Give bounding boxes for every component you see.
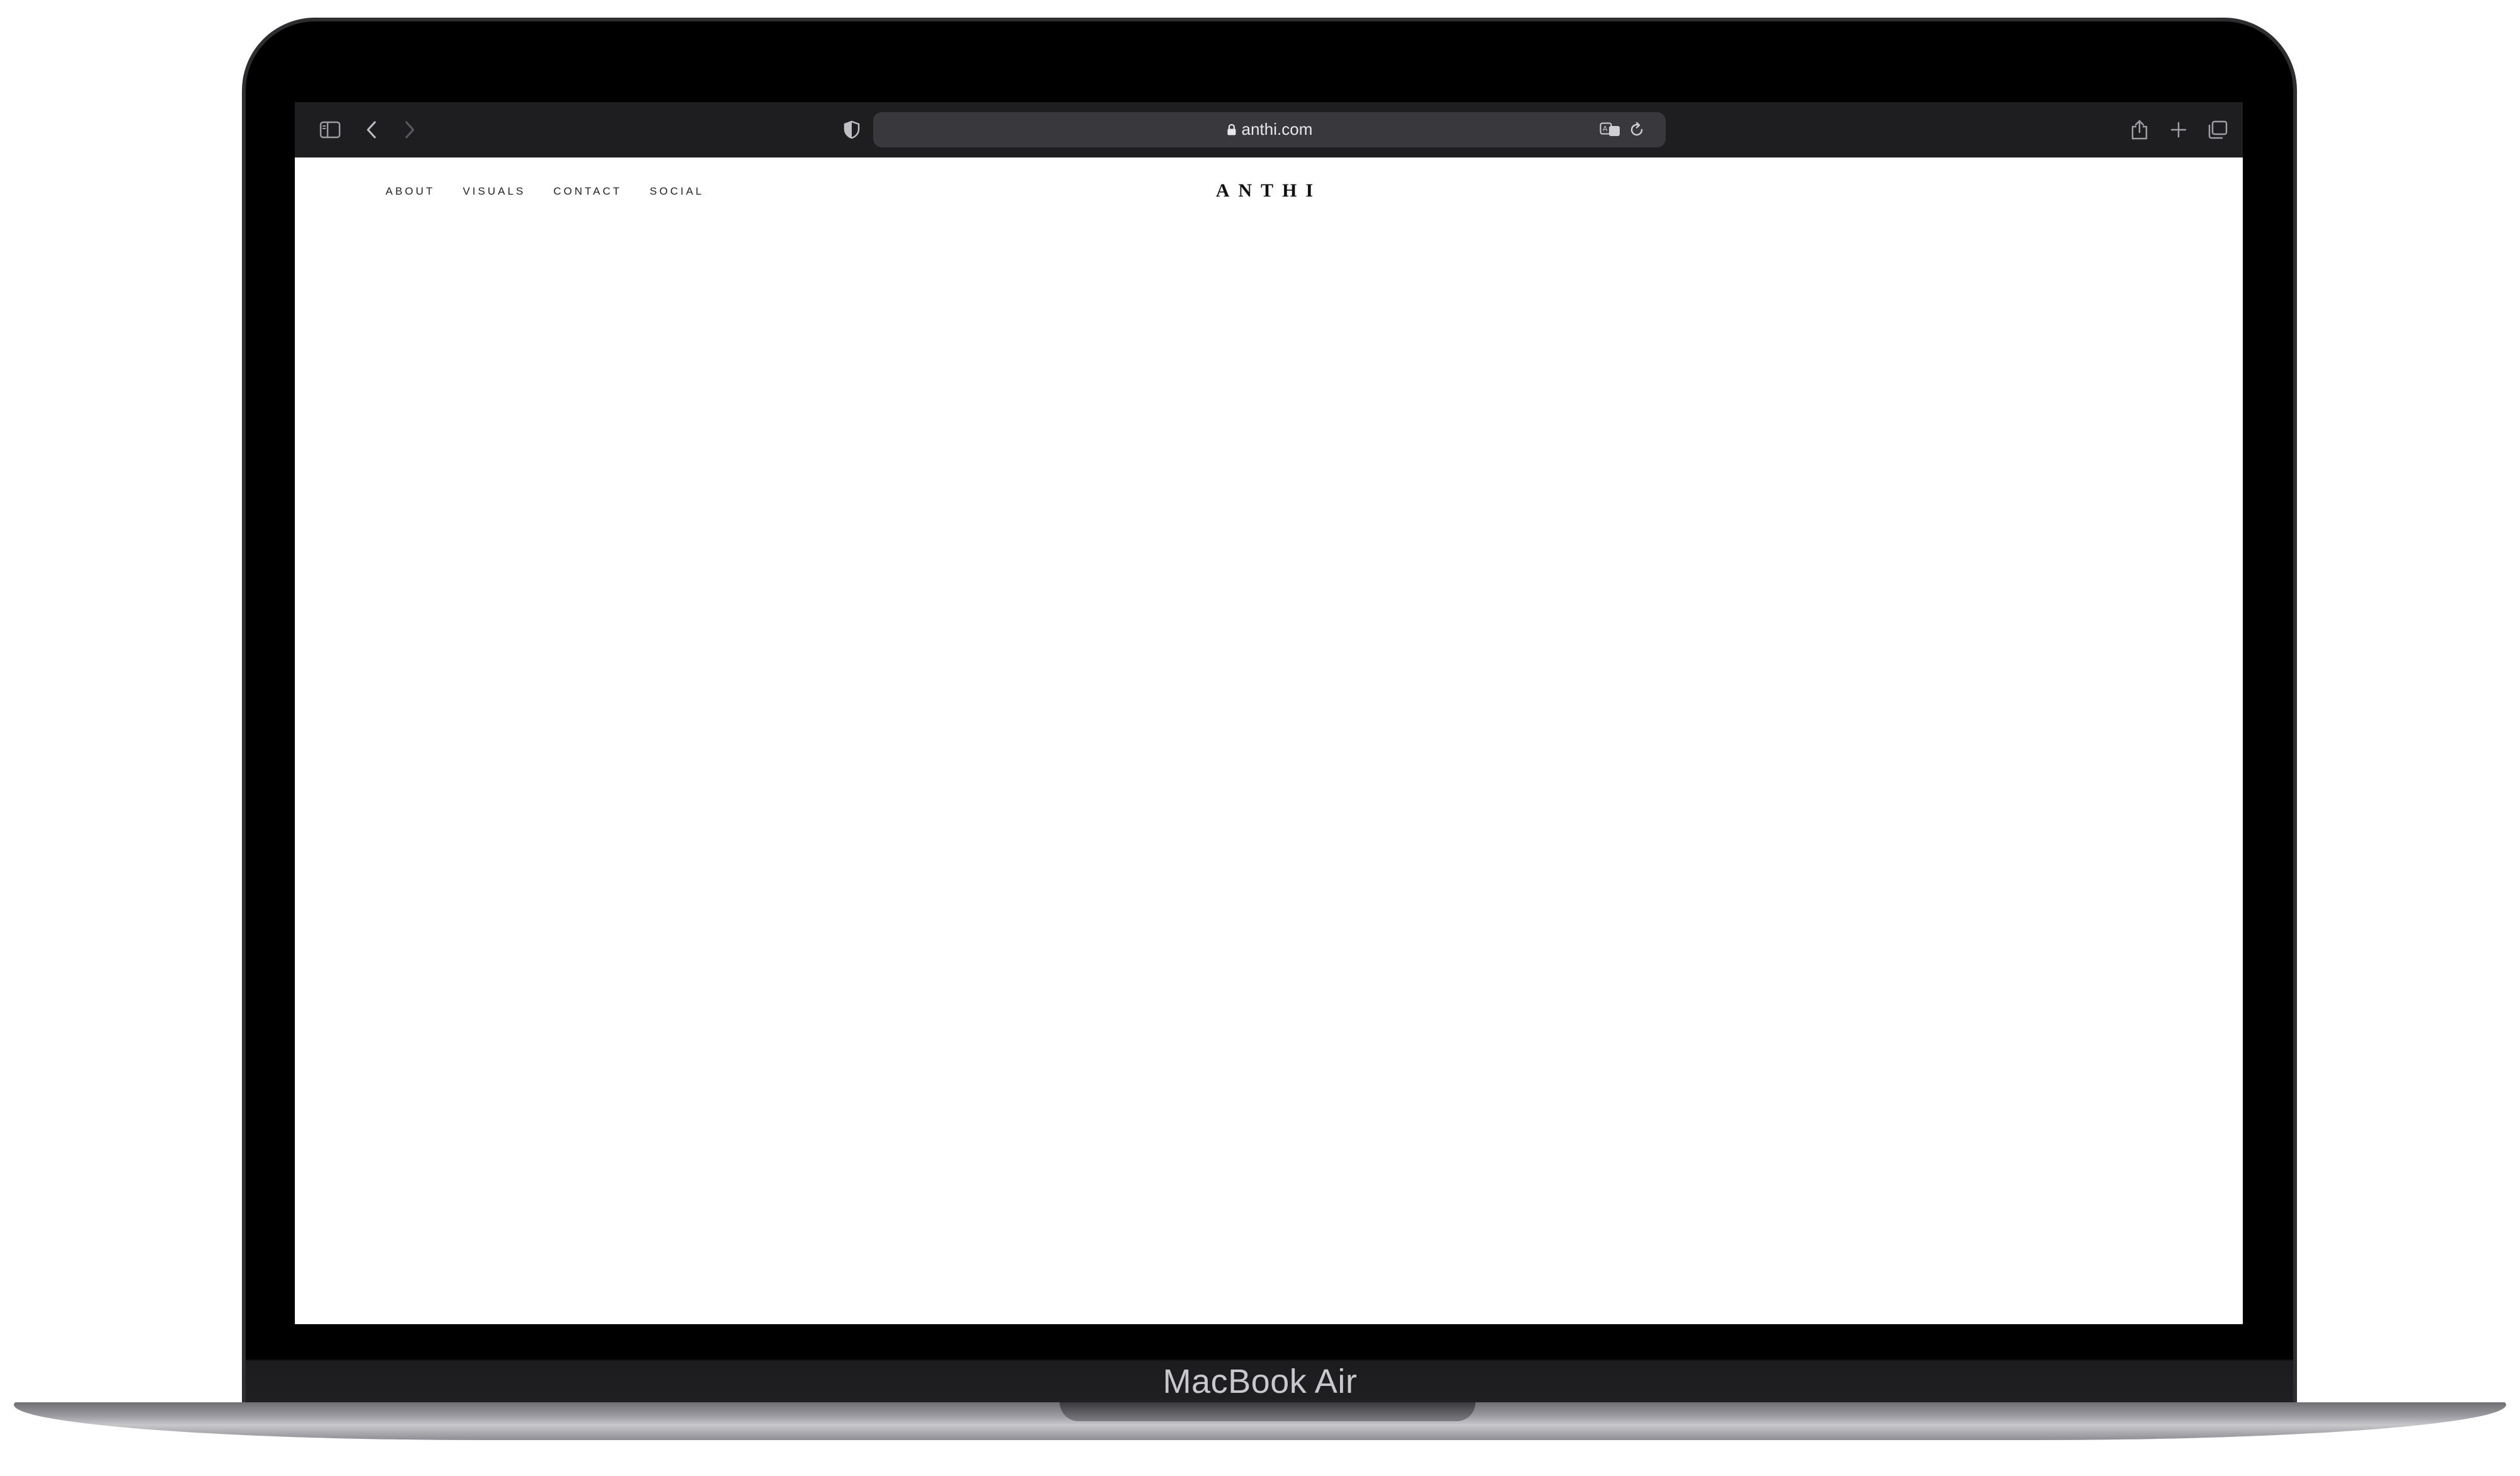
plus-icon[interactable] [2163,115,2194,145]
tabs-overview-icon[interactable] [2202,115,2233,145]
chevron-left-icon[interactable] [357,115,387,145]
share-icon[interactable] [2124,115,2155,145]
translate-icon[interactable]: A [1595,115,1625,145]
address-bar[interactable]: anthi.com A [873,112,1666,147]
shield-icon[interactable] [837,115,867,145]
address-text: anthi.com [873,120,1666,139]
site-logo[interactable]: ANTHI [295,180,2243,202]
sidebar-icon[interactable] [315,115,345,145]
browser-window: anthi.com A ABOUT VISUALS CONTACT SOCIAL… [295,102,2243,1324]
url-text: anthi.com [1241,120,1313,139]
laptop-base-notch [1060,1402,1475,1421]
device-mockup: anthi.com A ABOUT VISUALS CONTACT SOCIAL… [0,0,2520,1476]
browser-toolbar: anthi.com A [295,102,2243,157]
lock-icon [1227,121,1237,135]
reload-icon[interactable] [1622,115,1652,145]
web-page: ABOUT VISUALS CONTACT SOCIAL ANTHI [295,157,2243,1324]
device-label: MacBook Air [1162,1363,1358,1400]
chevron-right-icon[interactable] [394,115,425,145]
svg-text:A: A [1603,125,1608,133]
